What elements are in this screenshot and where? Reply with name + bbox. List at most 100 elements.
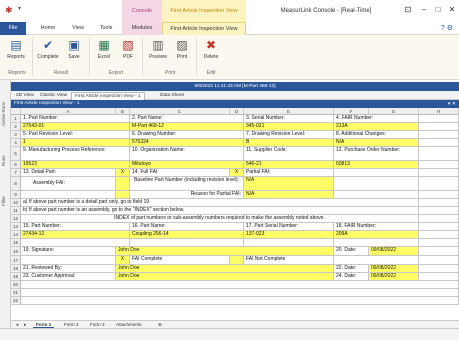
field-label-full-fai: 14. Full FAI:	[130, 169, 230, 177]
tab-classic-view[interactable]: Classic View	[37, 92, 70, 100]
full-fai-check[interactable]: X	[230, 169, 244, 177]
index-part-number-value[interactable]: 27434-12	[21, 231, 130, 239]
date-22-value[interactable]: 09/08/2022	[369, 265, 419, 273]
column-header-g[interactable]: G	[369, 108, 419, 115]
column-header-e[interactable]: E	[244, 108, 334, 115]
fair-number-value[interactable]: 213A	[334, 123, 419, 131]
tab-fai-view[interactable]: First Article Inspection View	[162, 22, 246, 35]
print-button[interactable]: ▨ Print	[170, 38, 194, 60]
row-header[interactable]: 7	[11, 169, 21, 177]
delete-button[interactable]: ✖ Delete	[199, 38, 223, 60]
row-header[interactable]: 19	[11, 273, 21, 281]
panel-close-icon[interactable]: ▾ ✕	[448, 100, 456, 108]
index-fair-value[interactable]: 209A	[334, 231, 419, 239]
window-options-icon[interactable]: ⊡	[402, 4, 414, 16]
row-header[interactable]: 1	[11, 115, 21, 123]
detail-part-check[interactable]: X	[116, 169, 130, 177]
row-header[interactable]: 14	[11, 231, 21, 239]
fai-not-complete-label: FAI Not Complete	[244, 256, 334, 265]
row-header[interactable]: 4	[11, 139, 21, 147]
settings-icon[interactable]: ⚙	[447, 25, 453, 32]
column-header-a[interactable]: A	[21, 108, 116, 115]
row-header[interactable]: 20	[11, 281, 21, 289]
spreadsheet[interactable]: A B C D E F G H 1 2 3 4 5 6 7 8 9 10 11 …	[11, 108, 459, 320]
date-20-value[interactable]: 09/08/2022	[369, 247, 419, 256]
instruction-detail-part: a) If above part number is a detail part…	[21, 199, 419, 207]
row-header[interactable]: 16	[11, 247, 21, 256]
tab-home[interactable]: Home	[34, 22, 62, 35]
save-button[interactable]: ▣ Save	[62, 38, 86, 60]
row-header[interactable]: 9	[11, 191, 21, 199]
fai-complete-check[interactable]: X	[116, 256, 130, 265]
purchase-order-value[interactable]: 60813	[334, 161, 419, 169]
tab-modules[interactable]: Modules	[122, 22, 162, 35]
field-label-date-24: 24. Date:	[334, 273, 369, 281]
tab-tools[interactable]: Tools	[94, 22, 118, 35]
column-header-d[interactable]: D	[230, 108, 244, 115]
baseline-part-value[interactable]: N/A	[244, 177, 334, 191]
row-header[interactable]: 21	[11, 289, 21, 297]
side-tab-filter[interactable]: Filter	[1, 176, 10, 206]
row-header[interactable]: 8	[11, 177, 21, 191]
row-header[interactable]: 18	[11, 265, 21, 273]
row-header[interactable]: 3	[11, 131, 21, 139]
reviewed-by-value[interactable]: John Doe	[116, 265, 334, 273]
field-label-drawing-revision: 7. Drawing Revision Level:	[244, 131, 334, 139]
date-24-value[interactable]: 09/08/2022	[369, 273, 419, 281]
part-number-value[interactable]: 27543-01	[21, 123, 130, 131]
organization-name-value[interactable]: Mitutoyo	[130, 161, 244, 169]
tab-data-sheet[interactable]: Data Sheet	[157, 92, 187, 100]
process-reference-value[interactable]: 19523	[21, 161, 130, 169]
row-header[interactable]: 22	[11, 297, 21, 305]
row-header[interactable]: 17	[11, 256, 21, 265]
preview-icon: ▥	[152, 38, 164, 52]
customer-approval-value[interactable]: John Doe	[116, 273, 334, 281]
row-header[interactable]: 10	[11, 199, 21, 207]
index-serial-value[interactable]: 137-023	[244, 231, 334, 239]
additional-changes-value[interactable]: N/A	[334, 139, 419, 147]
part-revision-value[interactable]: 1	[21, 139, 130, 147]
tab-view[interactable]: View	[66, 22, 90, 35]
side-tab-runs[interactable]: Runs	[1, 136, 10, 166]
drawing-number-value[interactable]: 576324	[130, 139, 244, 147]
column-header-h[interactable]: H	[419, 108, 459, 115]
tab-file[interactable]: File	[0, 22, 26, 35]
fai-not-complete-check[interactable]	[230, 256, 244, 265]
serial-number-value[interactable]: 345-021	[244, 123, 334, 131]
quick-access-dropdown-icon[interactable]: ▾	[18, 5, 21, 12]
group-label-result: Result	[53, 70, 69, 76]
signature-value[interactable]: John Doe	[116, 247, 334, 256]
complete-button[interactable]: ✔ Complete	[36, 38, 60, 60]
row-header[interactable]: 13	[11, 223, 21, 231]
row-header[interactable]: 6	[11, 161, 21, 169]
minimize-button[interactable]: –	[418, 4, 430, 16]
excel-button[interactable]: ▦ Excel	[92, 38, 116, 60]
row-header[interactable]: 2	[11, 123, 21, 131]
supplier-code-value[interactable]: 546-21	[244, 161, 334, 169]
row-header[interactable]: 15	[11, 239, 21, 247]
column-header-b[interactable]: B	[116, 108, 130, 115]
assembly-fai-check[interactable]	[116, 177, 130, 191]
context-tab-fai: First Article Inspection View	[162, 0, 246, 22]
print-icon: ▨	[176, 38, 188, 52]
pdf-button[interactable]: ▧ PDF	[116, 38, 140, 60]
column-header-c[interactable]: C	[130, 108, 230, 115]
part-name-value[interactable]: M-Part 468-12	[130, 123, 244, 131]
row-header[interactable]: 11	[11, 207, 21, 215]
row-header[interactable]: 12	[11, 215, 21, 223]
ribbon: ▤ Reports ✔ Complete ▣ Save ▦ Excel ▧ PD…	[0, 35, 459, 80]
select-all-corner[interactable]	[11, 108, 21, 115]
preview-button[interactable]: ▥ Preview	[146, 38, 170, 60]
drawing-revision-value[interactable]: B	[244, 139, 334, 147]
restore-button[interactable]: □	[432, 4, 444, 16]
row-header[interactable]: 5	[11, 147, 21, 161]
reports-button[interactable]: ▤ Reports	[4, 38, 28, 60]
close-button[interactable]: ✕	[446, 4, 458, 16]
partial-reason-value[interactable]: N/A	[244, 191, 334, 199]
help-icon[interactable]: ?	[441, 25, 445, 32]
column-header-f[interactable]: F	[334, 108, 369, 115]
side-tab-active-runs[interactable]: Active Runs	[1, 86, 10, 126]
index-part-name-value[interactable]: Coupling 256-14	[130, 231, 244, 239]
tab-fai-view-1[interactable]: First Article Inspection View - 1	[71, 92, 145, 100]
tab-2d-view[interactable]: 2D View	[13, 92, 37, 100]
